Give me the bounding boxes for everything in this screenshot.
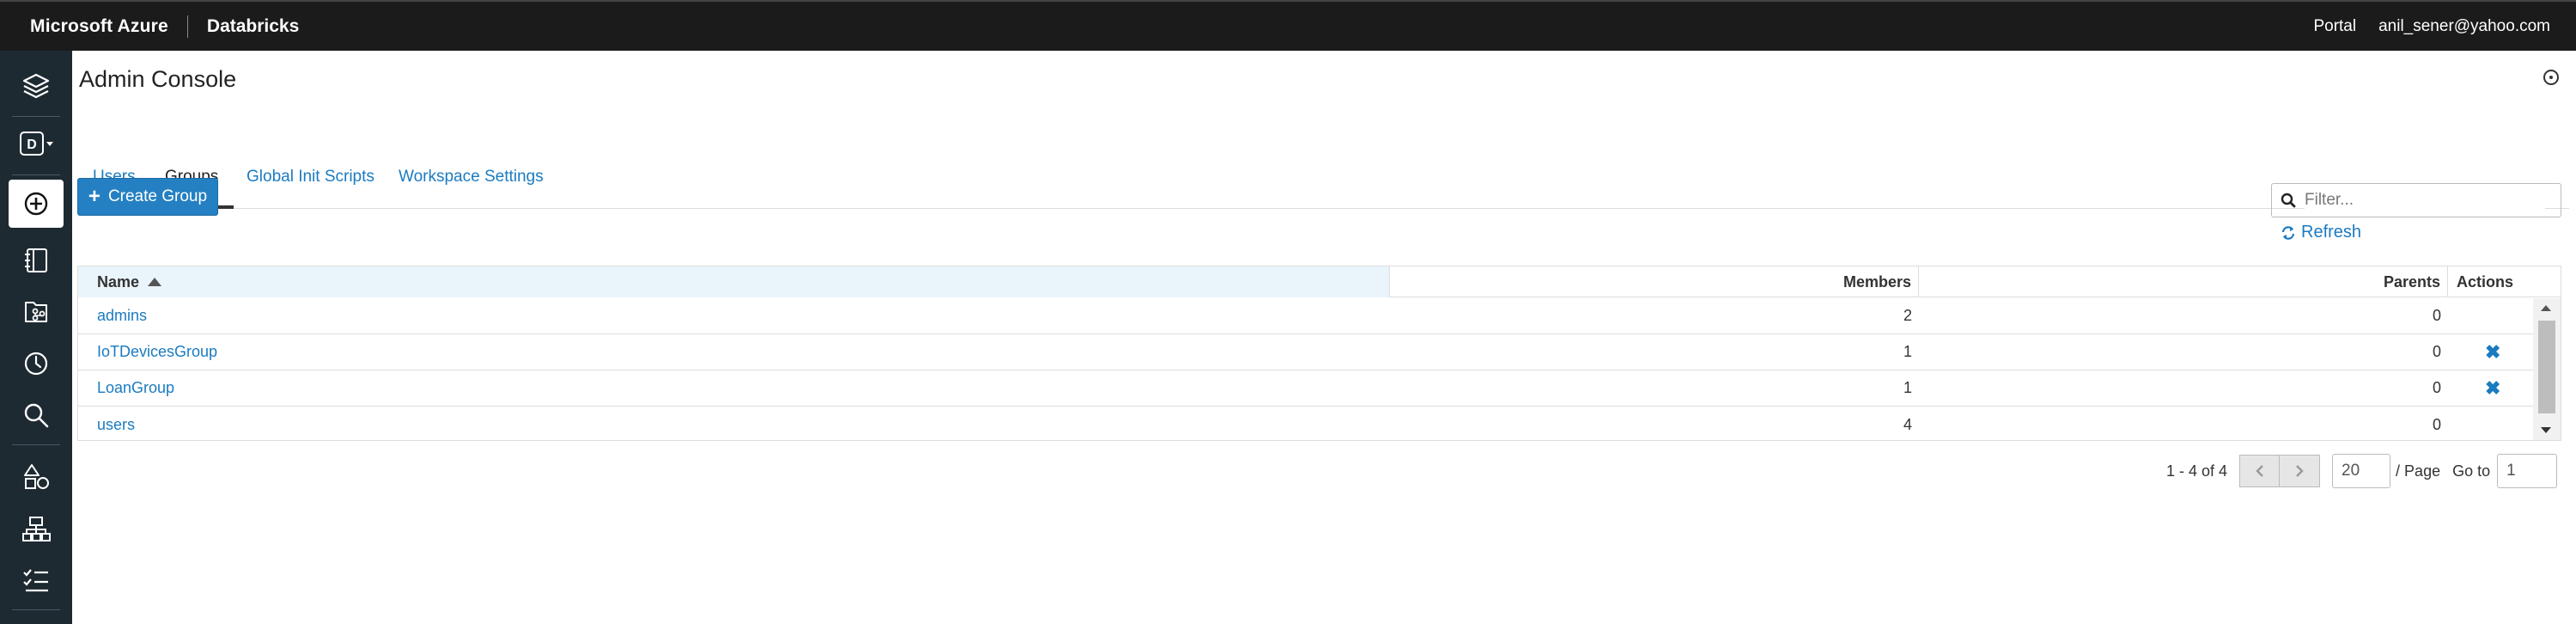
create-group-label: Create Group [107,187,208,205]
brand-divider [186,15,188,38]
search-icon[interactable] [0,391,72,439]
refresh-label: Refresh [2301,223,2362,242]
members-count: 2 [1903,307,1912,324]
azure-brand[interactable]: Microsoft Azure [30,16,168,37]
sidebar-divider [12,116,60,117]
create-group-button[interactable]: + Create Group [77,178,218,216]
plus-icon: + [88,185,100,208]
sidebar-divider [12,609,60,610]
delete-group-icon[interactable]: ✖ [2485,377,2500,400]
group-name-link[interactable]: LoanGroup [97,379,174,397]
parents-count: 0 [2432,307,2441,324]
refresh-button[interactable]: Refresh [2281,223,2361,242]
chevron-right-icon [2296,465,2304,477]
topbar-right: Portal anil_sener@yahoo.com [2313,17,2550,36]
databricks-product-name[interactable]: Databricks [207,16,299,37]
members-count: 1 [1903,343,1912,360]
filter-field[interactable] [2271,183,2561,217]
column-header-name[interactable]: Name [78,266,1390,297]
top-navigation-bar: Microsoft Azure Databricks Portal anil_s… [0,0,2576,51]
previous-page-button[interactable] [2239,455,2281,487]
help-icon[interactable] [2543,70,2559,85]
page-size-input[interactable]: 20 [2332,454,2391,488]
table-row: LoanGroup 1 0 ✖ [78,370,2533,407]
layers-icon[interactable] [0,61,72,109]
sidebar-divider [12,174,60,175]
group-name-link[interactable]: admins [97,307,147,325]
workspace-switcher-icon[interactable]: D [0,119,72,168]
portal-link[interactable]: Portal [2313,17,2356,36]
user-account-menu[interactable]: anil_sener@yahoo.com [2378,17,2550,36]
admin-tabs: Users Groups Global Init Scripts Workspa… [79,111,2569,209]
tab-workspace-settings[interactable]: Workspace Settings [399,168,544,209]
cluster-icon[interactable] [0,505,72,553]
table-row: IoTDevicesGroup 1 0 ✖ [78,334,2533,370]
sidebar: D [0,51,72,624]
search-icon [2281,193,2296,208]
parents-count: 0 [2432,379,2441,396]
per-page-label: / Page [2396,462,2441,480]
task-list-icon[interactable] [0,556,72,604]
next-page-button[interactable] [2280,455,2321,487]
page-range-text: 1 - 4 of 4 [2166,462,2228,480]
column-header-name-label: Name [97,272,140,291]
sidebar-divider [12,444,60,445]
tab-global-init-scripts[interactable]: Global Init Scripts [247,168,375,209]
page-title: Admin Console [79,66,237,92]
column-header-actions: Actions [2457,272,2514,291]
members-count: 1 [1903,379,1912,396]
workspace-letter: D [27,138,37,152]
parents-count: 0 [2432,415,2441,433]
chevron-left-icon [2255,465,2263,477]
create-plus-icon[interactable] [0,180,72,228]
pagination: 1 - 4 of 4 20 / Page Go to 1 [2166,453,2558,489]
refresh-icon [2281,225,2295,240]
filter-input[interactable] [2305,191,2545,210]
notebook-icon[interactable] [0,236,72,284]
column-header-parents[interactable]: Parents [1919,266,2448,297]
create-button-highlight [9,180,64,228]
table-scrollbar[interactable] [2533,298,2561,440]
scroll-down-arrow-icon[interactable] [2541,427,2551,433]
goto-page-input[interactable]: 1 [2497,454,2558,488]
table-header: Name Members Parents Actions [78,266,2561,297]
main-content: Admin Console Users Groups Global Init S… [72,51,2576,624]
parents-count: 0 [2432,343,2441,360]
shapes-icon[interactable] [0,453,72,501]
scrollbar-thumb[interactable] [2538,321,2555,413]
goto-label: Go to [2452,462,2491,480]
table-row: admins 2 0 [78,298,2533,334]
groups-table: Name Members Parents Actions admins 2 0 … [77,266,2561,441]
scroll-up-arrow-icon[interactable] [2541,305,2551,311]
column-header-members[interactable]: Members [1390,266,1919,297]
table-row: users 4 0 [78,407,2533,443]
group-name-link[interactable]: users [97,416,135,434]
delete-group-icon[interactable]: ✖ [2485,341,2500,364]
sort-ascending-icon [148,278,162,286]
group-name-link[interactable]: IoTDevicesGroup [97,343,217,361]
clock-icon[interactable] [0,340,72,388]
members-count: 4 [1903,415,1912,433]
repos-icon[interactable] [0,288,72,336]
